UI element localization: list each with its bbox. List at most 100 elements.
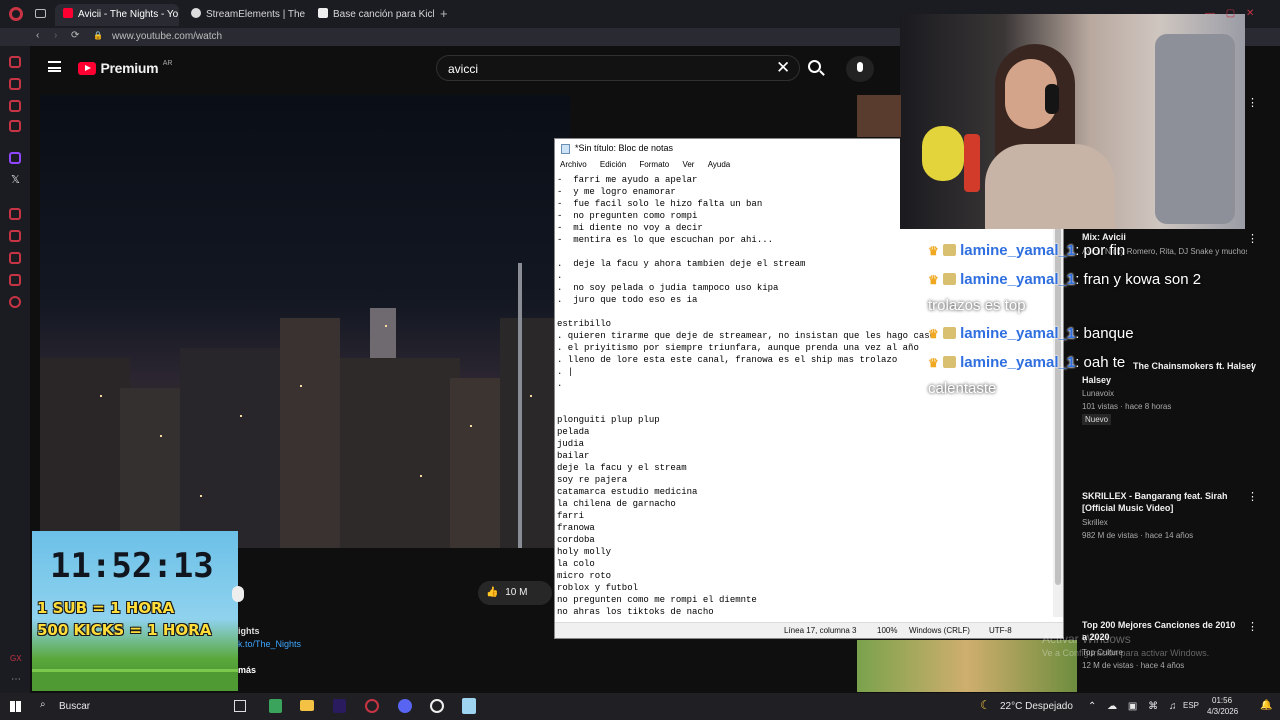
more-options-icon[interactable]: ⋮ [1247, 96, 1258, 109]
webcam-bottle [964, 134, 980, 192]
recommendation-stats: 982 M de vistas · hace 14 años [1082, 531, 1194, 540]
tab-label: Avicii - The Nights - Yo [78, 9, 179, 20]
player-icon[interactable] [9, 208, 21, 220]
like-button[interactable]: 👍 10 M [478, 581, 552, 605]
menu-archivo[interactable]: Archivo [560, 160, 587, 169]
taskbar-search[interactable]: ⌕ Buscar [30, 696, 230, 717]
notepad-line: holy molly [557, 547, 612, 557]
description-link[interactable]: k.to/The_Nights [238, 639, 301, 649]
discord-icon[interactable] [398, 699, 412, 713]
tab-streamelements[interactable]: StreamElements | The Ulti [183, 4, 307, 26]
language-indicator[interactable]: ESP [1183, 701, 1199, 710]
chat-text: : fran y kowa son 2 [1075, 271, 1202, 288]
more-options-icon[interactable]: ⋮ [1247, 361, 1258, 374]
more-options-icon[interactable]: ⋮ [1247, 232, 1258, 245]
pinboard-icon[interactable] [9, 230, 21, 242]
instagram-icon[interactable] [9, 120, 21, 132]
hamburger-menu-icon[interactable] [48, 61, 61, 72]
sub-badge-icon [942, 273, 956, 285]
notepad-line: micro roto [557, 571, 612, 581]
chat-message: ♛ lamine_yamal_1: oah te [928, 354, 1125, 371]
skyline-building [180, 348, 290, 548]
menu-edicion[interactable]: Edición [600, 160, 626, 169]
forward-icon[interactable]: › [54, 30, 57, 41]
voice-search-icon[interactable] [846, 56, 874, 82]
weather-text[interactable]: 22°C Despejado [1000, 701, 1073, 712]
chat-text: : por fin [1075, 242, 1126, 259]
thumbs-up-icon: 👍 [486, 587, 499, 598]
search-input[interactable]: avicci [436, 55, 800, 81]
new-badge: Nuevo [1082, 414, 1112, 425]
video-player[interactable] [40, 95, 570, 548]
settings-icon[interactable] [9, 296, 21, 308]
notepad-line: farri [557, 511, 585, 521]
notepad-line: la colo [557, 559, 595, 569]
close-icon[interactable]: ✕ [1246, 8, 1254, 19]
menu-formato[interactable]: Formato [639, 160, 669, 169]
menu-ayuda[interactable]: Ayuda [708, 160, 731, 169]
youtube-logo[interactable]: Premium AR [78, 60, 172, 76]
windows-start-icon[interactable] [10, 701, 21, 712]
tab-youtube[interactable]: Avicii - The Nights - Yo [55, 4, 179, 26]
whatsapp-icon[interactable] [9, 100, 21, 112]
notifications-icon[interactable]: 🔔 [1260, 700, 1272, 711]
youtube-favicon-icon [63, 8, 73, 18]
app-b-icon[interactable] [269, 699, 282, 713]
crown-badge-icon: ♛ [928, 327, 939, 341]
video-progress-dot[interactable] [232, 586, 244, 602]
messenger-icon[interactable] [9, 78, 21, 90]
description-more[interactable]: más [238, 665, 256, 675]
tab-kick[interactable]: Base canción para Kick [310, 4, 434, 26]
chat-text-continued: trolazos es top [928, 297, 1026, 314]
scrollbar-thumb[interactable] [1055, 175, 1061, 585]
notepad-line: . deje la facu y ahora tambien deje el s… [557, 259, 806, 269]
history-icon[interactable] [9, 252, 21, 264]
recommendation-title[interactable]: SKRILLEX - Bangarang feat. Sirah [Offici… [1082, 490, 1242, 514]
kick-favicon-icon [318, 8, 328, 18]
city-light [420, 475, 422, 477]
more-options-icon[interactable]: ⋮ [1247, 490, 1258, 503]
more-icon[interactable]: ⋯ [11, 674, 21, 685]
taskbar-search-label: Buscar [59, 701, 91, 712]
recommendation-title-2[interactable]: Halsey [1082, 374, 1111, 386]
tray-icons[interactable]: ⌃ ☁ ▣ ⌘ ♫ [1088, 701, 1180, 712]
clear-search-icon[interactable]: ✕ [776, 58, 790, 78]
file-explorer-icon[interactable] [300, 700, 314, 711]
crown-badge-icon: ♛ [928, 356, 939, 370]
city-light [470, 425, 472, 427]
mix-thumbnail[interactable] [857, 95, 901, 137]
notepad-line: la chilena de garnacho [557, 499, 676, 509]
sub-badge-icon [942, 244, 956, 256]
twitch-icon[interactable] [9, 152, 21, 164]
minimize-icon[interactable]: — [1205, 8, 1215, 19]
notepad-taskbar-icon[interactable] [462, 698, 476, 714]
chat-message: ♛ lamine_yamal_1: fran y kowa son 2 [928, 271, 1201, 288]
aria-icon[interactable] [9, 56, 21, 68]
menu-ver[interactable]: Ver [682, 160, 694, 169]
more-options-icon[interactable]: ⋮ [1247, 620, 1258, 633]
opera-logo-icon[interactable] [9, 7, 23, 21]
back-icon[interactable]: ‹ [36, 30, 39, 41]
obs-icon[interactable] [430, 699, 444, 713]
skyline-building [340, 358, 460, 548]
task-view-icon[interactable] [234, 700, 246, 712]
opera-taskbar-icon[interactable] [365, 699, 379, 713]
notepad-line: franowa [557, 523, 595, 533]
notepad-scrollbar[interactable] [1053, 171, 1063, 617]
new-tab-button[interactable]: + [440, 6, 448, 21]
webcam-person-body [985, 144, 1115, 229]
maximize-icon[interactable]: ▢ [1226, 8, 1235, 19]
extensions-icon[interactable] [9, 274, 21, 286]
crown-badge-icon: ♛ [928, 244, 939, 258]
clock-date[interactable]: 4/3/2026 [1207, 707, 1238, 716]
clock-time[interactable]: 01:56 [1212, 696, 1232, 705]
tab-menu-icon[interactable] [35, 9, 46, 18]
gx-icon[interactable]: GX [10, 654, 22, 663]
url-text[interactable]: www.youtube.com/watch [112, 31, 222, 42]
x-icon[interactable]: 𝕏 [11, 173, 20, 186]
recommendation-title[interactable]: The Chainsmokers ft. Halsey [1133, 360, 1256, 372]
reload-icon[interactable]: ⟳ [71, 30, 79, 41]
premiere-icon[interactable] [333, 699, 346, 713]
city-light [240, 415, 242, 417]
crown-badge-icon: ♛ [928, 273, 939, 287]
